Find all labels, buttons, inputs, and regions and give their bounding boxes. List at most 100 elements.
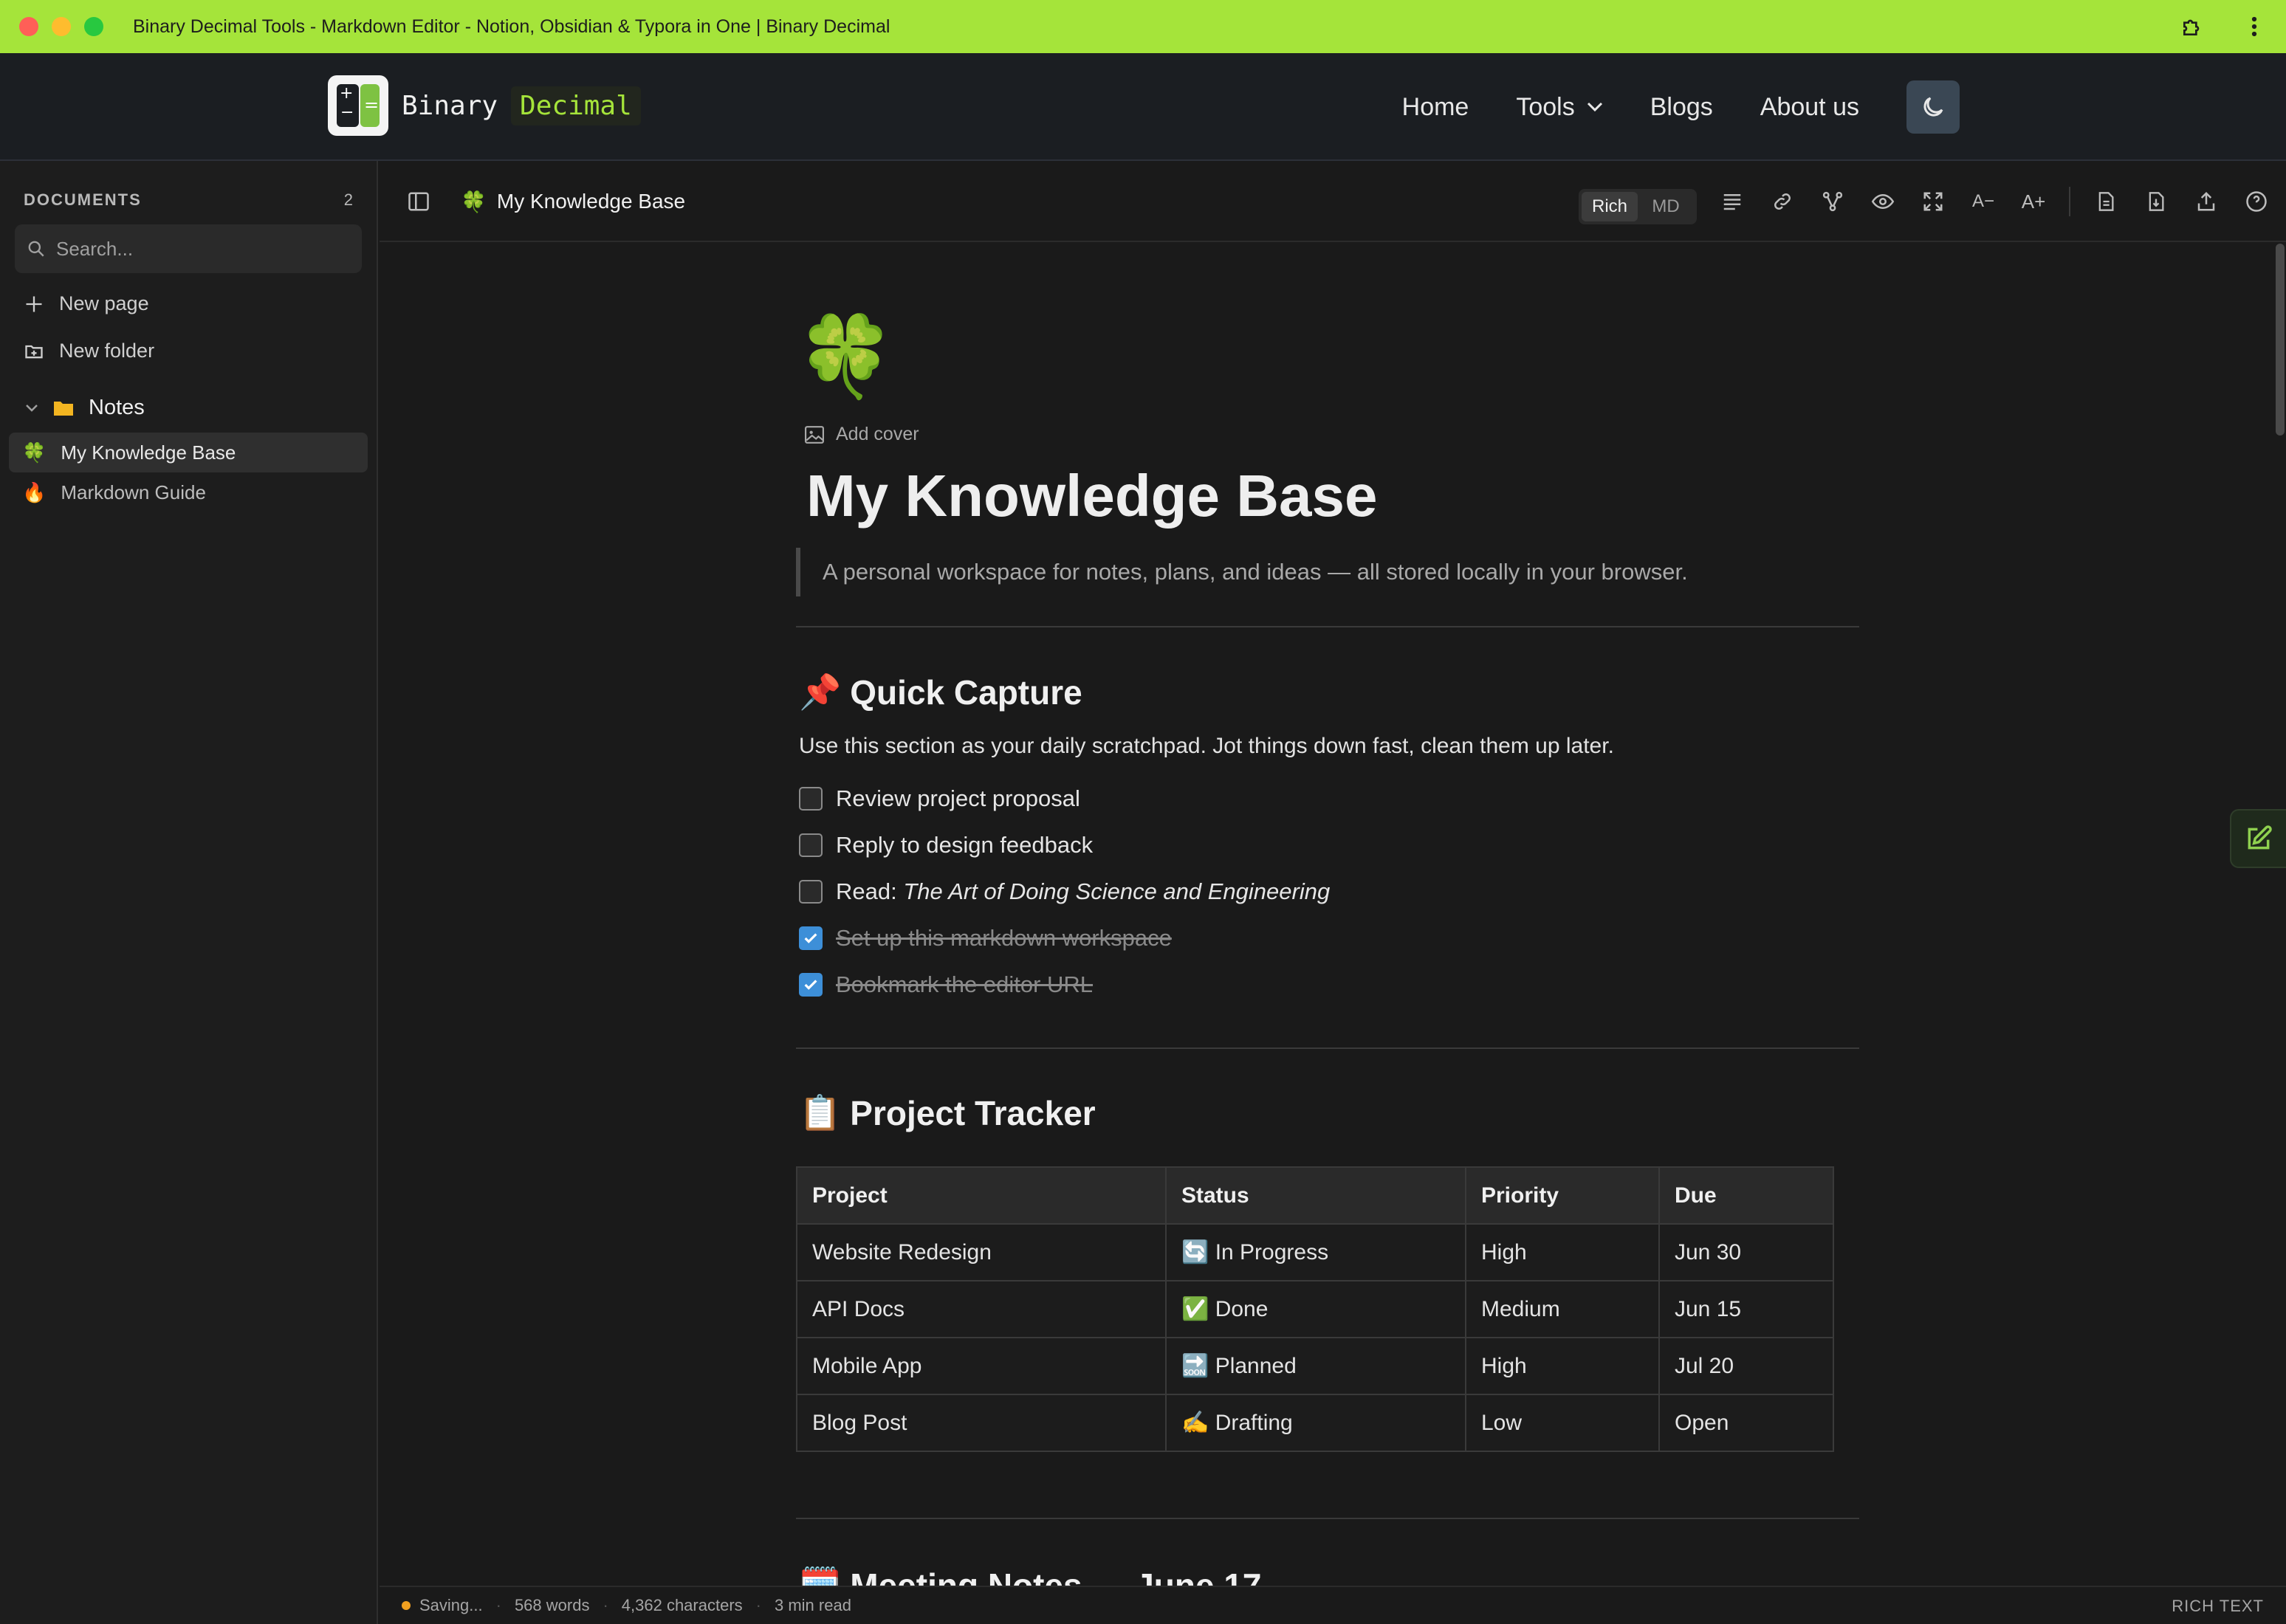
sidebar-doc-markdown-guide[interactable]: 🔥 Markdown Guide (9, 472, 368, 512)
table-cell[interactable]: ✍️ Drafting (1165, 1394, 1466, 1452)
task-label-prefix: Read: (836, 878, 904, 904)
heading-quick-capture[interactable]: 📌 Quick Capture (799, 672, 1082, 712)
nav-home[interactable]: Home (1402, 93, 1469, 122)
documents-sidebar: DOCUMENTS 2 New page New folder Notes 🍀 … (0, 161, 378, 1624)
fire-icon: 🔥 (22, 481, 47, 503)
logo-mark-icon: + − = (328, 75, 388, 136)
folder-notes[interactable]: Notes (25, 396, 145, 420)
task-label[interactable]: Read: The Art of Doing Science and Engin… (836, 878, 1330, 905)
new-page-button[interactable]: New page (24, 292, 149, 315)
editor-canvas[interactable]: 🍀 Add cover My Knowledge Base A personal… (380, 244, 2286, 1586)
close-window-button[interactable] (19, 17, 38, 36)
table-row: Blog Post ✍️ Drafting Low Open (796, 1394, 1834, 1452)
table-row: Website Redesign 🔄 In Progress High Jun … (796, 1223, 1834, 1281)
status-separator: · (495, 1596, 501, 1614)
table-cell[interactable]: Medium (1465, 1280, 1660, 1338)
sidebar-header: DOCUMENTS 2 (24, 190, 353, 210)
task-item: Read: The Art of Doing Science and Engin… (799, 878, 1330, 905)
table-cell[interactable]: High (1465, 1337, 1660, 1395)
task-checkbox[interactable] (799, 787, 823, 811)
table-cell[interactable]: API Docs (796, 1280, 1167, 1338)
new-document-icon[interactable] (2091, 187, 2121, 216)
logo-text-binary: Binary (402, 90, 498, 121)
help-icon[interactable] (2242, 187, 2271, 216)
preview-eye-icon[interactable] (1868, 187, 1898, 216)
graph-icon[interactable] (1818, 187, 1847, 216)
task-label[interactable]: Bookmark the editor URL (836, 971, 1093, 998)
new-folder-button[interactable]: New folder (24, 340, 154, 362)
outline-icon[interactable] (1717, 187, 1747, 216)
document-icon-clover[interactable]: 🍀 (796, 317, 895, 397)
table-cell[interactable]: 🔜 Planned (1165, 1337, 1466, 1395)
document-title[interactable]: My Knowledge Base (806, 462, 1378, 530)
table-cell[interactable]: 🔄 In Progress (1165, 1223, 1466, 1281)
theme-toggle-button[interactable] (1906, 80, 1960, 134)
table-cell[interactable]: Jun 30 (1658, 1223, 1834, 1281)
table-cell[interactable]: Jun 15 (1658, 1280, 1834, 1338)
site-logo[interactable]: + − = Binary Decimal (328, 75, 641, 136)
maximize-window-button[interactable] (84, 17, 103, 36)
project-tracker-table: Project Status Priority Due Website Rede… (796, 1166, 1834, 1452)
nav-about[interactable]: About us (1760, 93, 1859, 122)
mode-rich-button[interactable]: Rich (1582, 192, 1638, 221)
table-cell[interactable]: Jul 20 (1658, 1337, 1834, 1395)
task-label[interactable]: Review project proposal (836, 785, 1080, 812)
editor-scrollbar[interactable] (2276, 244, 2285, 436)
task-label[interactable]: Reply to design feedback (836, 832, 1093, 859)
heading-meeting-notes[interactable]: 🗓️ Meeting Notes — June 17 (799, 1565, 1262, 1586)
font-increase-icon[interactable]: A+ (2019, 187, 2048, 216)
minimize-window-button[interactable] (52, 17, 71, 36)
column-header[interactable]: Due (1658, 1166, 1834, 1225)
status-separator: · (603, 1596, 608, 1614)
font-decrease-icon[interactable]: A− (1968, 187, 1998, 216)
table-cell[interactable]: High (1465, 1223, 1660, 1281)
add-cover-button[interactable]: Add cover (805, 424, 919, 445)
document-quote[interactable]: A personal workspace for notes, plans, a… (796, 548, 1688, 596)
table-cell[interactable]: Open (1658, 1394, 1834, 1452)
task-label[interactable]: Set up this markdown workspace (836, 925, 1172, 952)
toolbar-divider (2069, 187, 2070, 216)
sidebar-doc-label: My Knowledge Base (61, 441, 236, 464)
puzzle-extension-icon[interactable] (2180, 14, 2205, 39)
table-cell[interactable]: Low (1465, 1394, 1660, 1452)
main-nav: Home Tools Blogs About us (1355, 53, 1960, 161)
sidebar-doc-my-knowledge-base[interactable]: 🍀 My Knowledge Base (9, 433, 368, 472)
window-title: Binary Decimal Tools - Markdown Editor -… (133, 16, 890, 37)
mode-md-button[interactable]: MD (1638, 192, 1694, 221)
kebab-menu-icon[interactable] (2242, 14, 2267, 39)
quick-capture-description[interactable]: Use this section as your daily scratchpa… (799, 734, 1614, 759)
saving-status: Saving... (419, 1596, 483, 1614)
task-checkbox[interactable] (799, 833, 823, 857)
table-cell[interactable]: Website Redesign (796, 1223, 1167, 1281)
new-folder-label: New folder (59, 340, 155, 362)
heading-project-tracker[interactable]: 📋 Project Tracker (799, 1093, 1096, 1133)
table-cell[interactable]: Blog Post (796, 1394, 1167, 1452)
nav-tools[interactable]: Tools (1516, 93, 1602, 122)
task-checkbox-checked[interactable] (799, 973, 823, 997)
clipboard-icon: 📋 (799, 1093, 842, 1132)
task-checkbox[interactable] (799, 880, 823, 904)
table-cell[interactable]: ✅ Done (1165, 1280, 1466, 1338)
search-input[interactable] (56, 237, 351, 261)
sidebar-toggle-icon[interactable] (408, 190, 430, 213)
read-time: 3 min read (774, 1596, 851, 1614)
nav-blogs[interactable]: Blogs (1650, 93, 1713, 122)
import-icon[interactable] (2141, 187, 2171, 216)
table-cell[interactable]: Mobile App (796, 1337, 1167, 1395)
divider (796, 1518, 1859, 1519)
column-header[interactable]: Status (1165, 1166, 1466, 1225)
floating-edit-button[interactable] (2230, 809, 2286, 868)
new-page-label: New page (59, 292, 149, 314)
folder-name: Notes (89, 396, 145, 419)
column-header[interactable]: Priority (1465, 1166, 1660, 1225)
edit-pencil-icon (2248, 825, 2272, 850)
logo-text-decimal: Decimal (511, 86, 641, 125)
chevron-down-icon (1587, 102, 1602, 112)
task-item: Review project proposal (799, 785, 1080, 812)
link-icon[interactable] (1768, 187, 1797, 216)
sidebar-doc-label: Markdown Guide (61, 481, 206, 503)
fullscreen-icon[interactable] (1918, 187, 1948, 216)
column-header[interactable]: Project (796, 1166, 1167, 1225)
export-icon[interactable] (2191, 187, 2221, 216)
task-checkbox-checked[interactable] (799, 926, 823, 950)
